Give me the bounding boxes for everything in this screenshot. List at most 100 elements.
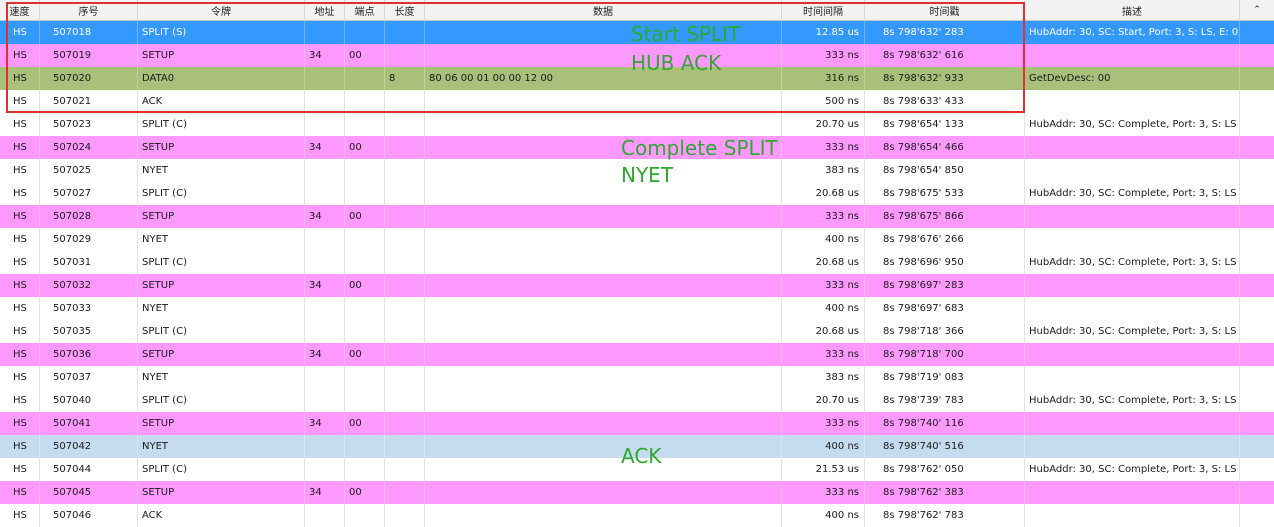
column-header-addr[interactable]: 地址	[305, 0, 345, 20]
table-row[interactable]: HS 507033 NYET 400 ns 8s 798'697' 683	[0, 297, 1274, 320]
speed-cell: HS	[0, 435, 40, 458]
endpoint-cell	[345, 366, 385, 389]
endpoint-cell: 00	[345, 205, 385, 228]
column-header-speed[interactable]: 速度	[0, 0, 40, 20]
column-header-token[interactable]: 令牌	[138, 0, 305, 20]
token-cell: NYET	[138, 366, 305, 389]
interval-cell: 333 ns	[782, 44, 865, 67]
interval-cell: 400 ns	[782, 297, 865, 320]
addr-cell	[305, 228, 345, 251]
addr-cell	[305, 458, 345, 481]
desc-cell: HubAddr: 30, SC: Complete, Port: 3, S: L…	[1025, 182, 1240, 205]
column-header-length[interactable]: 长度	[385, 0, 425, 20]
interval-cell: 316 ns	[782, 67, 865, 90]
timestamp-cell: 8s 798'676' 266	[865, 228, 1025, 251]
token-cell: SPLIT (C)	[138, 389, 305, 412]
column-header-data[interactable]: 数据	[425, 0, 782, 20]
speed-cell: HS	[0, 320, 40, 343]
table-row[interactable]: HS 507035 SPLIT (C) 20.68 us 8s 798'718' 366…	[0, 320, 1274, 343]
desc-cell: HubAddr: 30, SC: Complete, Port: 3, S: L…	[1025, 320, 1240, 343]
annotation-nyet: NYET	[621, 163, 674, 187]
speed-cell: HS	[0, 504, 40, 527]
extra-cell	[1240, 44, 1274, 67]
token-cell: SETUP	[138, 412, 305, 435]
timestamp-cell: 8s 798'654' 466	[865, 136, 1025, 159]
length-cell	[385, 228, 425, 251]
table-row[interactable]: HS 507045 SETUP 34 00 333 ns 8s 798'762' 383	[0, 481, 1274, 504]
endpoint-cell: 00	[345, 136, 385, 159]
data-cell	[425, 297, 782, 320]
extra-cell	[1240, 136, 1274, 159]
table-row[interactable]: HS 507032 SETUP 34 00 333 ns 8s 798'697' 283	[0, 274, 1274, 297]
length-cell: 8	[385, 67, 425, 90]
table-row[interactable]: HS 507021 ACK 500 ns 8s 798'633' 433	[0, 90, 1274, 113]
endpoint-cell	[345, 67, 385, 90]
column-header-interval[interactable]: 时间间隔	[782, 0, 865, 20]
column-header-seq[interactable]: 序号	[40, 0, 138, 20]
seq-cell: 507019	[40, 44, 138, 67]
endpoint-cell: 00	[345, 412, 385, 435]
addr-cell	[305, 297, 345, 320]
table-row[interactable]: HS 507041 SETUP 34 00 333 ns 8s 798'740' 116	[0, 412, 1274, 435]
table-row[interactable]: HS 507040 SPLIT (C) 20.70 us 8s 798'739' 783…	[0, 389, 1274, 412]
length-cell	[385, 274, 425, 297]
data-cell	[425, 481, 782, 504]
column-header-endpoint[interactable]: 端点	[345, 0, 385, 20]
speed-cell: HS	[0, 136, 40, 159]
interval-cell: 21.53 us	[782, 458, 865, 481]
endpoint-cell	[345, 21, 385, 44]
timestamp-cell: 8s 798'654' 850	[865, 159, 1025, 182]
annotation-hub-ack: HUB ACK	[631, 51, 722, 75]
speed-cell: HS	[0, 182, 40, 205]
endpoint-cell: 00	[345, 274, 385, 297]
table-row[interactable]: HS 507031 SPLIT (C) 20.68 us 8s 798'696' 950…	[0, 251, 1274, 274]
column-header-desc[interactable]: 描述	[1025, 0, 1240, 20]
token-cell: SPLIT (S)	[138, 21, 305, 44]
interval-cell: 20.70 us	[782, 113, 865, 136]
speed-cell: HS	[0, 412, 40, 435]
table-row[interactable]: HS 507036 SETUP 34 00 333 ns 8s 798'718' 700	[0, 343, 1274, 366]
data-cell	[425, 205, 782, 228]
extra-cell	[1240, 182, 1274, 205]
length-cell	[385, 504, 425, 527]
data-cell	[425, 228, 782, 251]
table-row[interactable]: HS 507037 NYET 383 ns 8s 798'719' 083	[0, 366, 1274, 389]
endpoint-cell	[345, 90, 385, 113]
desc-cell	[1025, 90, 1240, 113]
column-header-timestamp[interactable]: 时间戳	[865, 0, 1025, 20]
length-cell	[385, 297, 425, 320]
endpoint-cell: 00	[345, 481, 385, 504]
seq-cell: 507028	[40, 205, 138, 228]
addr-cell	[305, 251, 345, 274]
seq-cell: 507018	[40, 21, 138, 44]
length-cell	[385, 366, 425, 389]
extra-cell	[1240, 320, 1274, 343]
seq-cell: 507033	[40, 297, 138, 320]
length-cell	[385, 343, 425, 366]
endpoint-cell: 00	[345, 44, 385, 67]
table-row[interactable]: HS 507046 ACK 400 ns 8s 798'762' 783	[0, 504, 1274, 527]
annotation-complete-split: Complete SPLIT	[621, 136, 778, 160]
timestamp-cell: 8s 798'675' 866	[865, 205, 1025, 228]
seq-cell: 507027	[40, 182, 138, 205]
token-cell: SPLIT (C)	[138, 113, 305, 136]
desc-cell	[1025, 205, 1240, 228]
token-cell: SETUP	[138, 136, 305, 159]
table-row[interactable]: HS 507023 SPLIT (C) 20.70 us 8s 798'654' 133…	[0, 113, 1274, 136]
desc-cell	[1025, 159, 1240, 182]
addr-cell	[305, 366, 345, 389]
addr-cell	[305, 21, 345, 44]
annotation-ack: ACK	[621, 444, 662, 468]
table-row[interactable]: HS 507029 NYET 400 ns 8s 798'676' 266	[0, 228, 1274, 251]
length-cell	[385, 182, 425, 205]
interval-cell: 400 ns	[782, 504, 865, 527]
extra-cell	[1240, 412, 1274, 435]
table-row[interactable]: HS 507028 SETUP 34 00 333 ns 8s 798'675' 866	[0, 205, 1274, 228]
column-header-extra[interactable]: ⌃	[1240, 0, 1274, 20]
desc-cell	[1025, 435, 1240, 458]
endpoint-cell	[345, 504, 385, 527]
timestamp-cell: 8s 798'762' 383	[865, 481, 1025, 504]
extra-cell	[1240, 274, 1274, 297]
desc-cell: HubAddr: 30, SC: Complete, Port: 3, S: L…	[1025, 113, 1240, 136]
length-cell	[385, 458, 425, 481]
